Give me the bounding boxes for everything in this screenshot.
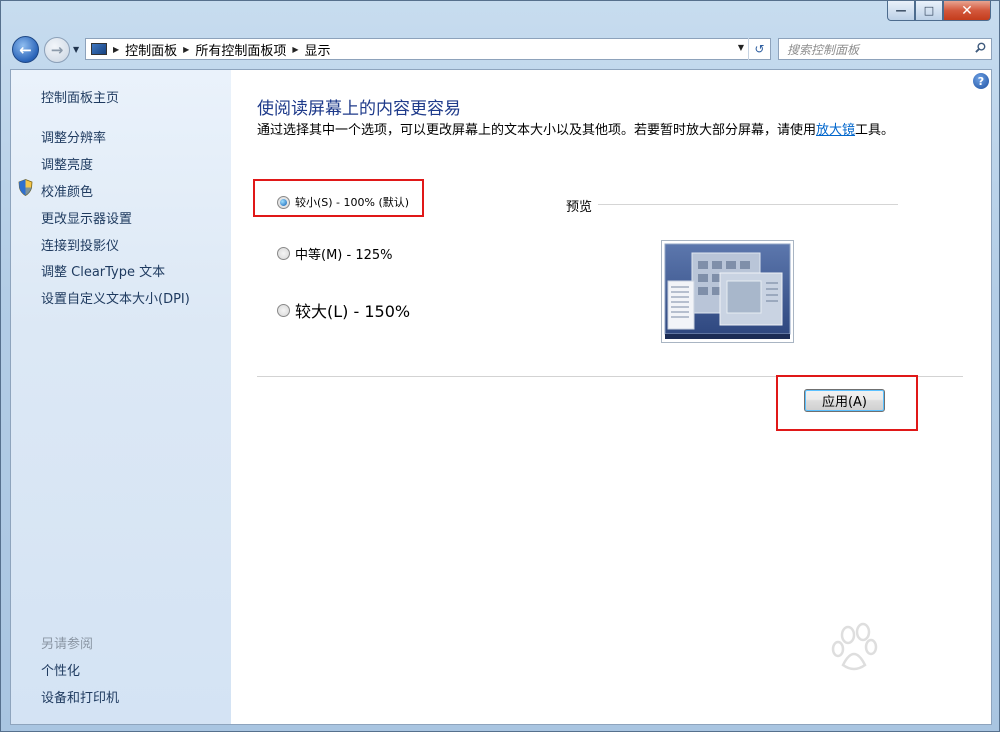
radio-button[interactable] bbox=[277, 247, 290, 260]
preview-image bbox=[661, 240, 794, 343]
page-title: 使阅读屏幕上的内容更容易 bbox=[257, 99, 461, 119]
sidebar-item-resolution[interactable]: 调整分辨率 bbox=[41, 127, 106, 146]
page-description: 通过选择其中一个选项，可以更改屏幕上的文本大小以及其他项。若要暂时放大部分屏幕，… bbox=[257, 122, 897, 140]
shield-icon bbox=[18, 179, 33, 196]
window-controls: — □ ✕ bbox=[887, 1, 991, 23]
sidebar-item-home[interactable]: 控制面板主页 bbox=[41, 87, 119, 106]
sidebar-item-projector[interactable]: 连接到投影仪 bbox=[41, 235, 119, 254]
description-text-end: 工具。 bbox=[855, 123, 895, 138]
sidebar-item-dpi[interactable]: 设置自定义文本大小(DPI) bbox=[41, 288, 190, 307]
preview-screen-icon bbox=[664, 243, 791, 339]
sidebar-item-cleartype[interactable]: 调整 ClearType 文本 bbox=[41, 261, 165, 280]
window-frame: — □ ✕ ← → ▼ ▶ 控制面板 ▶ 所有控制面板项 ▶ 显示 ▼ ↺ 搜索… bbox=[0, 0, 1000, 732]
breadcrumb-arrow-icon[interactable]: ▶ bbox=[113, 45, 119, 54]
apply-button[interactable]: 应用(A) bbox=[804, 389, 885, 412]
see-also-heading: 另请参阅 bbox=[41, 637, 94, 652]
breadcrumb-all-items[interactable]: 所有控制面板项 bbox=[195, 40, 286, 59]
address-dropdown-icon[interactable]: ▼ bbox=[738, 43, 744, 52]
breadcrumb-arrow-icon[interactable]: ▶ bbox=[183, 45, 189, 54]
refresh-icon[interactable]: ↺ bbox=[748, 38, 770, 60]
baidu-watermark bbox=[753, 621, 953, 716]
radio-option-medium[interactable]: 中等(M) - 125% bbox=[277, 244, 392, 263]
paw-logo-icon bbox=[831, 622, 878, 671]
navigation-bar: ← → ▼ ▶ 控制面板 ▶ 所有控制面板项 ▶ 显示 ▼ ↺ 搜索控制面板 bbox=[1, 29, 1000, 69]
preview-divider bbox=[598, 204, 898, 205]
sidebar-item-personalize[interactable]: 个性化 bbox=[41, 660, 80, 679]
forward-button[interactable]: → bbox=[44, 37, 70, 63]
maximize-button[interactable]: □ bbox=[915, 1, 943, 21]
option-label-medium: 中等(M) - 125% bbox=[295, 248, 393, 263]
minimize-button[interactable]: — bbox=[887, 1, 915, 21]
sidebar-item-devices-printers[interactable]: 设备和打印机 bbox=[41, 687, 119, 706]
sidebar-item-brightness[interactable]: 调整亮度 bbox=[41, 154, 93, 173]
radio-button[interactable] bbox=[277, 303, 290, 317]
close-button[interactable]: ✕ bbox=[943, 1, 991, 21]
breadcrumb-display[interactable]: 显示 bbox=[305, 40, 331, 59]
breadcrumb-arrow-icon[interactable]: ▶ bbox=[292, 45, 298, 54]
help-icon[interactable]: ? bbox=[973, 73, 989, 89]
sidebar-item-display-settings[interactable]: 更改显示器设置 bbox=[41, 208, 132, 227]
search-input[interactable]: 搜索控制面板 bbox=[778, 38, 992, 60]
sidebar: 控制面板主页 调整分辨率 调整亮度 校准颜色 更改显示器设置 连接到投影仪 调整… bbox=[11, 70, 231, 724]
magnifier-link[interactable]: 放大镜 bbox=[816, 123, 855, 138]
control-panel-icon bbox=[91, 43, 107, 55]
search-icon[interactable] bbox=[975, 42, 986, 53]
recent-pages-dropdown-icon[interactable]: ▼ bbox=[73, 45, 79, 54]
option-label-small: 较小(S) - 100% (默认) bbox=[295, 196, 410, 209]
sidebar-item-calibrate[interactable]: 校准颜色 bbox=[41, 181, 93, 200]
breadcrumb-control-panel[interactable]: 控制面板 bbox=[125, 40, 177, 59]
radio-button-selected[interactable] bbox=[277, 195, 290, 209]
search-placeholder: 搜索控制面板 bbox=[787, 42, 860, 57]
back-button[interactable]: ← bbox=[12, 36, 39, 63]
description-text: 通过选择其中一个选项，可以更改屏幕上的文本大小以及其他项。若要暂时放大部分屏幕，… bbox=[257, 123, 817, 138]
option-label-large: 较大(L) - 150% bbox=[295, 302, 411, 321]
preview-label: 预览 bbox=[566, 200, 593, 215]
radio-option-large[interactable]: 较大(L) - 150% bbox=[277, 298, 410, 322]
address-bar[interactable]: ▶ 控制面板 ▶ 所有控制面板项 ▶ 显示 ▼ ↺ bbox=[85, 38, 771, 60]
radio-option-small[interactable]: 较小(S) - 100% (默认) bbox=[277, 194, 409, 210]
